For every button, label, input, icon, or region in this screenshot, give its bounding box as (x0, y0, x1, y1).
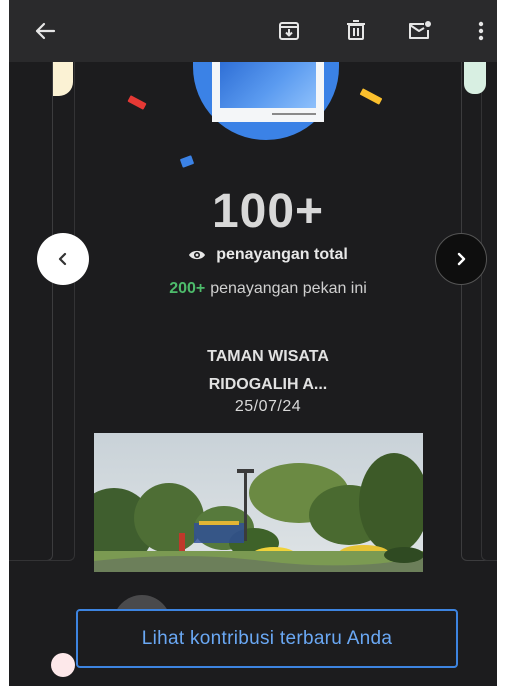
eye-icon (189, 250, 206, 260)
previous-card-edge-2 (9, 62, 75, 561)
mark-unread-button[interactable] (405, 17, 433, 45)
weekly-views-label: penayangan pekan ini (210, 280, 367, 297)
archive-button[interactable] (275, 17, 303, 45)
place-name-line-1: TAMAN WISATA (207, 348, 329, 365)
place-name: TAMAN WISATA RIDOGALIH A... (75, 343, 461, 399)
place-name-line-2: RIDOGALIH A... (208, 376, 328, 393)
more-vert-icon (478, 21, 484, 41)
next-card-button[interactable] (435, 233, 487, 285)
trash-icon (347, 20, 365, 40)
view-latest-contributions-button[interactable]: Lihat kontribusi terbaru Anda (76, 609, 458, 668)
arrow-left-icon (35, 22, 56, 40)
total-views-label: penayangan total (216, 246, 348, 263)
back-button[interactable] (31, 17, 59, 45)
chevron-left-icon (58, 252, 67, 266)
weekly-views-count: 200+ (169, 280, 206, 297)
more-options-button[interactable] (467, 17, 495, 45)
contribution-date: 25/07/24 (234, 398, 302, 415)
total-views-label-row: penayangan total (75, 246, 461, 264)
delete-button[interactable] (342, 17, 370, 45)
total-views-count: 100+ (211, 185, 325, 238)
floating-dot (51, 653, 75, 677)
previous-card-button[interactable] (37, 233, 89, 285)
next-card-art (464, 62, 486, 94)
next-card-edge-2 (481, 62, 497, 561)
photo-illustration-icon (212, 62, 324, 122)
screen: 100+ penayangan total 200+ penayangan pek… (9, 0, 497, 686)
mail-unread-icon (409, 21, 431, 39)
place-photo[interactable] (94, 433, 423, 572)
recap-carousel: 100+ penayangan total 200+ penayangan pek… (9, 62, 497, 686)
weekly-views-row: 200+ penayangan pekan ini (75, 280, 461, 298)
app-bar (9, 0, 497, 62)
archive-download-icon (279, 22, 299, 40)
chevron-right-icon (457, 252, 466, 266)
